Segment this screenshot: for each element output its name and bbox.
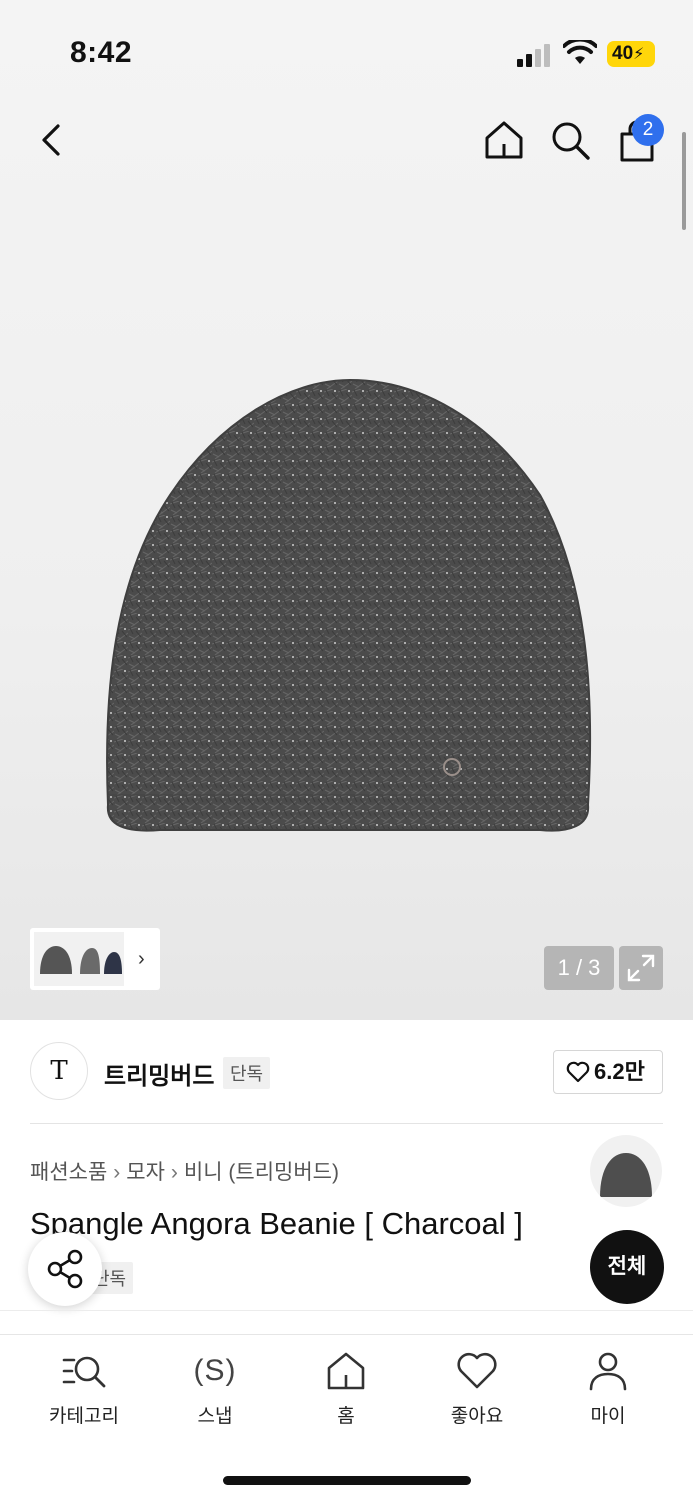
brand-row: T 트리밍버드 단독 6.2만 bbox=[0, 1020, 693, 1124]
breadcrumb: 패션소품 › 모자 › 비니 (트리밍버드) bbox=[30, 1156, 339, 1186]
product-title: Spangle Angora Beanie [ Charcoal ] bbox=[30, 1206, 523, 1241]
tab-label: 홈 bbox=[337, 1406, 355, 1427]
back-icon[interactable] bbox=[36, 120, 70, 160]
tab-likes[interactable]: 좋아요 bbox=[417, 1349, 537, 1428]
tab-home[interactable]: 홈 bbox=[286, 1349, 406, 1428]
heart-icon bbox=[457, 1352, 497, 1389]
breadcrumb-item[interactable]: 비니 (트리밍버드) bbox=[184, 1161, 339, 1184]
thumbnail-grey[interactable] bbox=[78, 932, 102, 986]
share-button[interactable] bbox=[28, 1232, 102, 1306]
brand-name[interactable]: 트리밍버드 bbox=[104, 1056, 214, 1091]
scroll-indicator bbox=[682, 132, 686, 230]
chevron-right-icon: › bbox=[170, 1161, 178, 1184]
status-bar: 8:42 40⚡ bbox=[0, 0, 693, 100]
view-all-button[interactable]: 전체 bbox=[590, 1230, 664, 1304]
thumbnail-navy[interactable] bbox=[102, 932, 124, 986]
thumbnail-strip[interactable]: › bbox=[30, 928, 160, 990]
category-search-icon bbox=[62, 1356, 106, 1388]
top-nav bbox=[0, 110, 693, 170]
home-icon bbox=[327, 1352, 365, 1390]
status-time: 8:42 bbox=[70, 36, 133, 69]
divider bbox=[30, 1123, 663, 1124]
like-count: 6.2만 bbox=[594, 1059, 645, 1084]
heart-icon bbox=[566, 1061, 590, 1083]
exclusive-badge: 단독 bbox=[223, 1057, 271, 1089]
thumbnail-charcoal[interactable] bbox=[34, 932, 78, 986]
home-icon[interactable] bbox=[482, 118, 526, 162]
home-indicator bbox=[223, 1476, 471, 1485]
tab-label: 마이 bbox=[590, 1406, 626, 1427]
brand-like-button[interactable]: 6.2만 bbox=[553, 1050, 663, 1094]
brand-logo[interactable]: T bbox=[30, 1042, 88, 1100]
product-image-beanie bbox=[106, 378, 592, 832]
wifi-icon bbox=[563, 40, 597, 64]
person-icon bbox=[589, 1352, 627, 1391]
chevron-right-icon: › bbox=[113, 1161, 121, 1184]
product-mini-thumbnail[interactable] bbox=[590, 1135, 662, 1207]
tab-label: 카테고리 bbox=[49, 1406, 119, 1427]
breadcrumb-item[interactable]: 모자 bbox=[126, 1161, 165, 1184]
share-icon bbox=[47, 1249, 83, 1289]
tab-label: 좋아요 bbox=[450, 1406, 504, 1427]
battery-indicator: 40⚡ bbox=[607, 41, 655, 67]
breadcrumb-item[interactable]: 패션소품 bbox=[30, 1161, 107, 1184]
tab-snap[interactable]: (S) 스냅 bbox=[155, 1349, 275, 1428]
cart-count-badge: 2 bbox=[632, 114, 664, 146]
tab-my[interactable]: 마이 bbox=[548, 1349, 668, 1428]
section-divider bbox=[0, 1310, 693, 1311]
expand-icon[interactable] bbox=[619, 946, 663, 990]
image-counter: 1 / 3 bbox=[544, 946, 614, 990]
product-image-gallery[interactable]: 8:42 40⚡ 2 › 1 / 3 bbox=[0, 0, 693, 1020]
tab-category[interactable]: 카테고리 bbox=[24, 1349, 144, 1428]
chevron-right-icon[interactable]: › bbox=[138, 948, 145, 971]
search-icon[interactable] bbox=[548, 118, 592, 162]
signal-icon bbox=[517, 43, 553, 67]
tab-label: 스냅 bbox=[197, 1406, 233, 1427]
snap-icon: (S) bbox=[193, 1354, 237, 1387]
